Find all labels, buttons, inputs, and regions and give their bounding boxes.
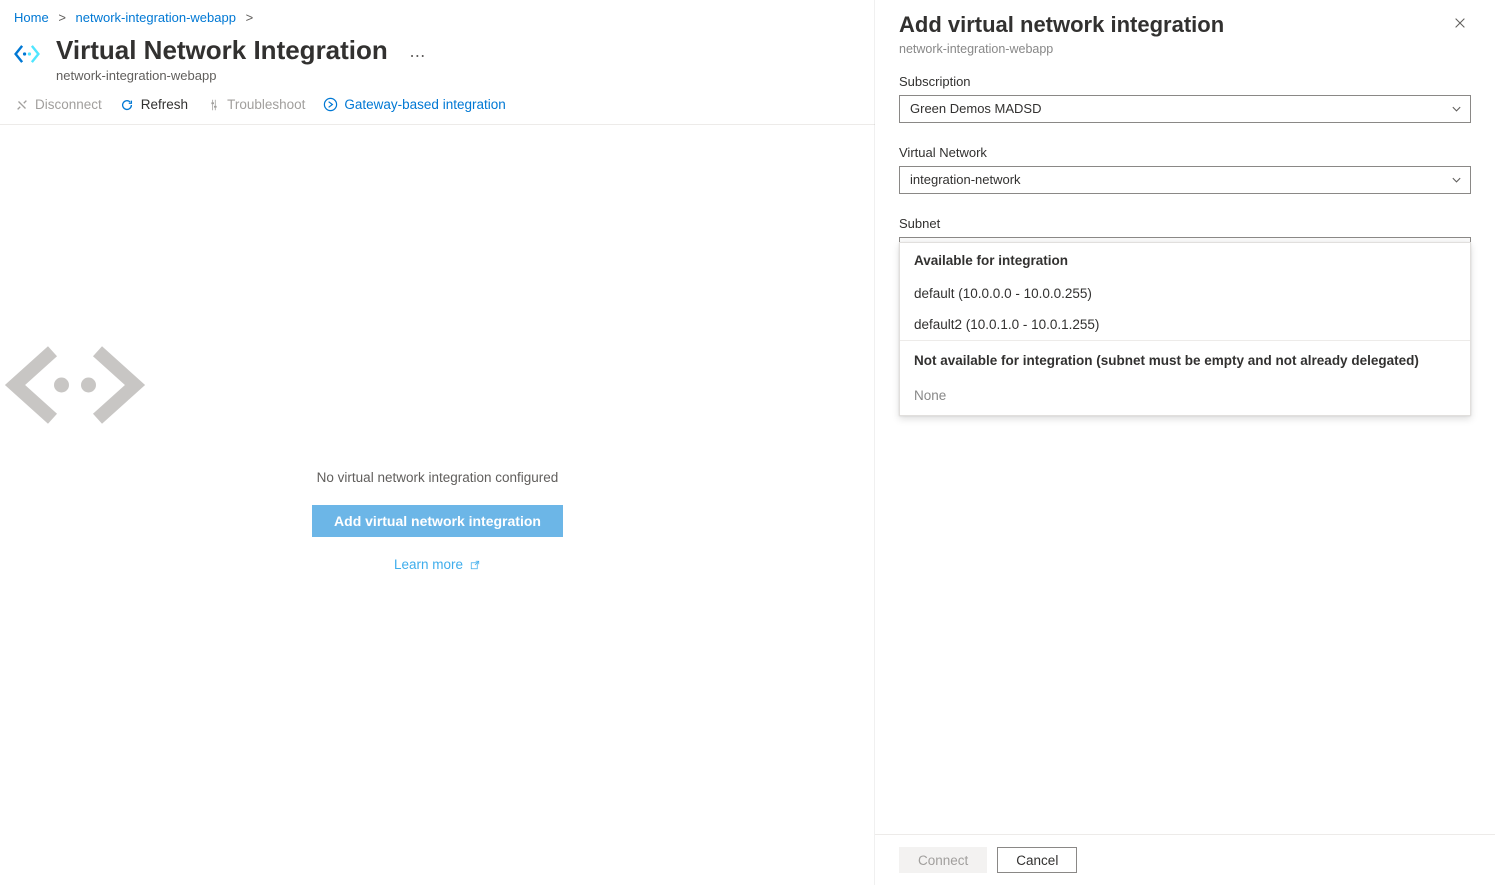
close-icon[interactable]	[1449, 12, 1471, 34]
empty-state-icon	[0, 340, 875, 430]
chevron-down-icon	[1451, 175, 1462, 186]
cancel-button[interactable]: Cancel	[997, 847, 1077, 873]
disconnect-icon	[14, 97, 29, 112]
learn-more-label: Learn more	[394, 557, 463, 572]
page-subtitle: network-integration-webapp	[56, 68, 425, 83]
page-title: Virtual Network Integration	[56, 35, 388, 66]
breadcrumb-separator: >	[246, 10, 254, 25]
subscription-value: Green Demos MADSD	[910, 101, 1041, 116]
gateway-integration-label: Gateway-based integration	[344, 97, 505, 112]
subnet-label: Subnet	[899, 216, 1471, 231]
empty-state-text: No virtual network integration configure…	[0, 470, 875, 485]
disconnect-button: Disconnect	[14, 97, 102, 112]
subscription-select[interactable]: Green Demos MADSD	[899, 95, 1471, 123]
subscription-label: Subscription	[899, 74, 1471, 89]
disconnect-label: Disconnect	[35, 97, 102, 112]
breadcrumb-app[interactable]: network-integration-webapp	[76, 10, 236, 25]
subnet-option-default[interactable]: default (10.0.0.0 - 10.0.0.255)	[900, 278, 1470, 309]
dropdown-available-header: Available for integration	[900, 243, 1470, 278]
refresh-icon	[120, 97, 135, 112]
vnet-select[interactable]: integration-network	[899, 166, 1471, 194]
vnet-icon	[14, 41, 40, 67]
refresh-button[interactable]: Refresh	[120, 97, 188, 112]
troubleshoot-button: Troubleshoot	[206, 97, 305, 112]
subnet-dropdown: Available for integration default (10.0.…	[899, 242, 1471, 416]
breadcrumb-home[interactable]: Home	[14, 10, 49, 25]
vnet-label: Virtual Network	[899, 145, 1471, 160]
learn-more-link[interactable]: Learn more	[394, 557, 481, 572]
empty-state: No virtual network integration configure…	[0, 340, 875, 572]
chevron-down-icon	[1451, 104, 1462, 115]
add-vnet-integration-button[interactable]: Add virtual network integration	[312, 505, 563, 537]
gateway-integration-button[interactable]: Gateway-based integration	[323, 97, 505, 112]
dropdown-unavailable-header: Not available for integration (subnet mu…	[900, 340, 1470, 380]
breadcrumb-separator: >	[58, 10, 66, 25]
troubleshoot-icon	[206, 97, 221, 112]
more-icon[interactable]: ⋯	[409, 46, 425, 66]
vnet-value: integration-network	[910, 172, 1021, 187]
connect-button: Connect	[899, 847, 987, 873]
external-link-icon	[469, 559, 481, 571]
arrow-right-circle-icon	[323, 97, 338, 112]
subnet-option-default2[interactable]: default2 (10.0.1.0 - 10.0.1.255)	[900, 309, 1470, 340]
refresh-label: Refresh	[141, 97, 188, 112]
panel-footer: Connect Cancel	[875, 834, 1495, 885]
troubleshoot-label: Troubleshoot	[227, 97, 305, 112]
panel-subtitle: network-integration-webapp	[899, 42, 1224, 56]
add-vnet-panel: Add virtual network integration network-…	[875, 0, 1495, 885]
dropdown-none: None	[900, 380, 1470, 415]
panel-title: Add virtual network integration	[899, 12, 1224, 38]
